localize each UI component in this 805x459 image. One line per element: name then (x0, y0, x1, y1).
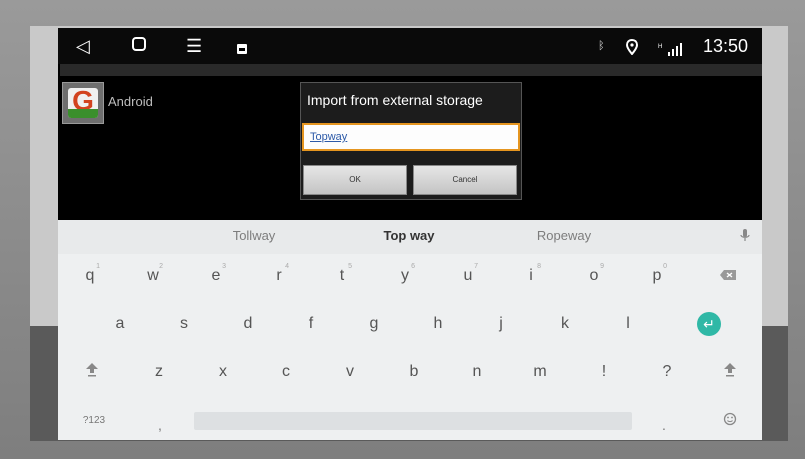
suggestion-left[interactable]: Tollway (194, 228, 314, 243)
import-dialog: Import from external storage Topway OK C… (300, 82, 522, 200)
suggestion-right[interactable]: Ropeway (504, 228, 624, 243)
suggestion-bar: Tollway Top way Ropeway (58, 220, 762, 254)
app-title-bar (60, 64, 762, 76)
app-name: Android (108, 94, 153, 109)
cancel-button[interactable]: Cancel (413, 165, 517, 195)
key-y[interactable]: y6 (385, 261, 425, 291)
ok-button[interactable]: OK (303, 165, 407, 195)
key-i[interactable]: i8 (511, 261, 551, 291)
comma-key[interactable]: , (140, 410, 180, 440)
key-j[interactable]: j (481, 309, 521, 339)
key-p[interactable]: p0 (637, 261, 677, 291)
microphone-icon[interactable] (740, 228, 750, 245)
filename-input[interactable]: Topway (302, 123, 520, 151)
emoji-icon[interactable] (710, 406, 750, 436)
signal-icon: H (658, 38, 684, 62)
back-icon[interactable]: ◁ (76, 34, 90, 58)
key-l[interactable]: l (608, 309, 648, 339)
suggestion-center[interactable]: Top way (349, 228, 469, 243)
app-logo[interactable]: G (62, 82, 104, 124)
menu-icon[interactable]: ☰ (186, 34, 202, 58)
key-r[interactable]: r4 (259, 261, 299, 291)
key-e[interactable]: e3 (196, 261, 236, 291)
key-a[interactable]: a (100, 309, 140, 339)
key-m[interactable]: m (520, 357, 560, 387)
key-x[interactable]: x (203, 357, 243, 387)
home-icon[interactable] (130, 35, 148, 59)
soft-keyboard: Tollway Top way Ropeway q1 w2 e3 r4 t5 y… (58, 220, 762, 440)
shift-left-icon[interactable] (72, 357, 112, 387)
device-screen: ◁ ☰ ᛒ H 13:50 G Android Import from exte… (58, 28, 762, 440)
key-h[interactable]: h (418, 309, 458, 339)
key-exclamation[interactable]: ! (584, 357, 624, 387)
key-g[interactable]: g (354, 309, 394, 339)
key-u[interactable]: u7 (448, 261, 488, 291)
svg-text:H: H (658, 44, 662, 50)
notification-icon[interactable] (236, 37, 248, 61)
key-z[interactable]: z (139, 357, 179, 387)
bluetooth-icon: ᛒ (598, 40, 605, 52)
enter-key-icon[interactable]: ↵ (697, 312, 721, 336)
location-icon (625, 37, 639, 61)
key-f[interactable]: f (291, 309, 331, 339)
key-b[interactable]: b (394, 357, 434, 387)
key-w[interactable]: w2 (133, 261, 173, 291)
key-s[interactable]: s (164, 309, 204, 339)
key-question[interactable]: ? (647, 357, 687, 387)
status-bar: ◁ ☰ ᛒ H 13:50 (58, 28, 762, 64)
shift-right-icon[interactable] (710, 357, 750, 387)
app-logo-icon: G (68, 88, 98, 118)
key-v[interactable]: v (330, 357, 370, 387)
spacebar[interactable] (194, 412, 632, 430)
key-n[interactable]: n (457, 357, 497, 387)
key-o[interactable]: o9 (574, 261, 614, 291)
clock: 13:50 (702, 36, 748, 56)
key-d[interactable]: d (228, 309, 268, 339)
dialog-title: Import from external storage (307, 92, 483, 108)
key-c[interactable]: c (266, 357, 306, 387)
period-key[interactable]: . (644, 410, 684, 440)
key-k[interactable]: k (545, 309, 585, 339)
backspace-icon[interactable] (708, 261, 748, 291)
symbols-key[interactable]: ?123 (74, 406, 114, 436)
key-t[interactable]: t5 (322, 261, 362, 291)
key-q[interactable]: q1 (70, 261, 110, 291)
